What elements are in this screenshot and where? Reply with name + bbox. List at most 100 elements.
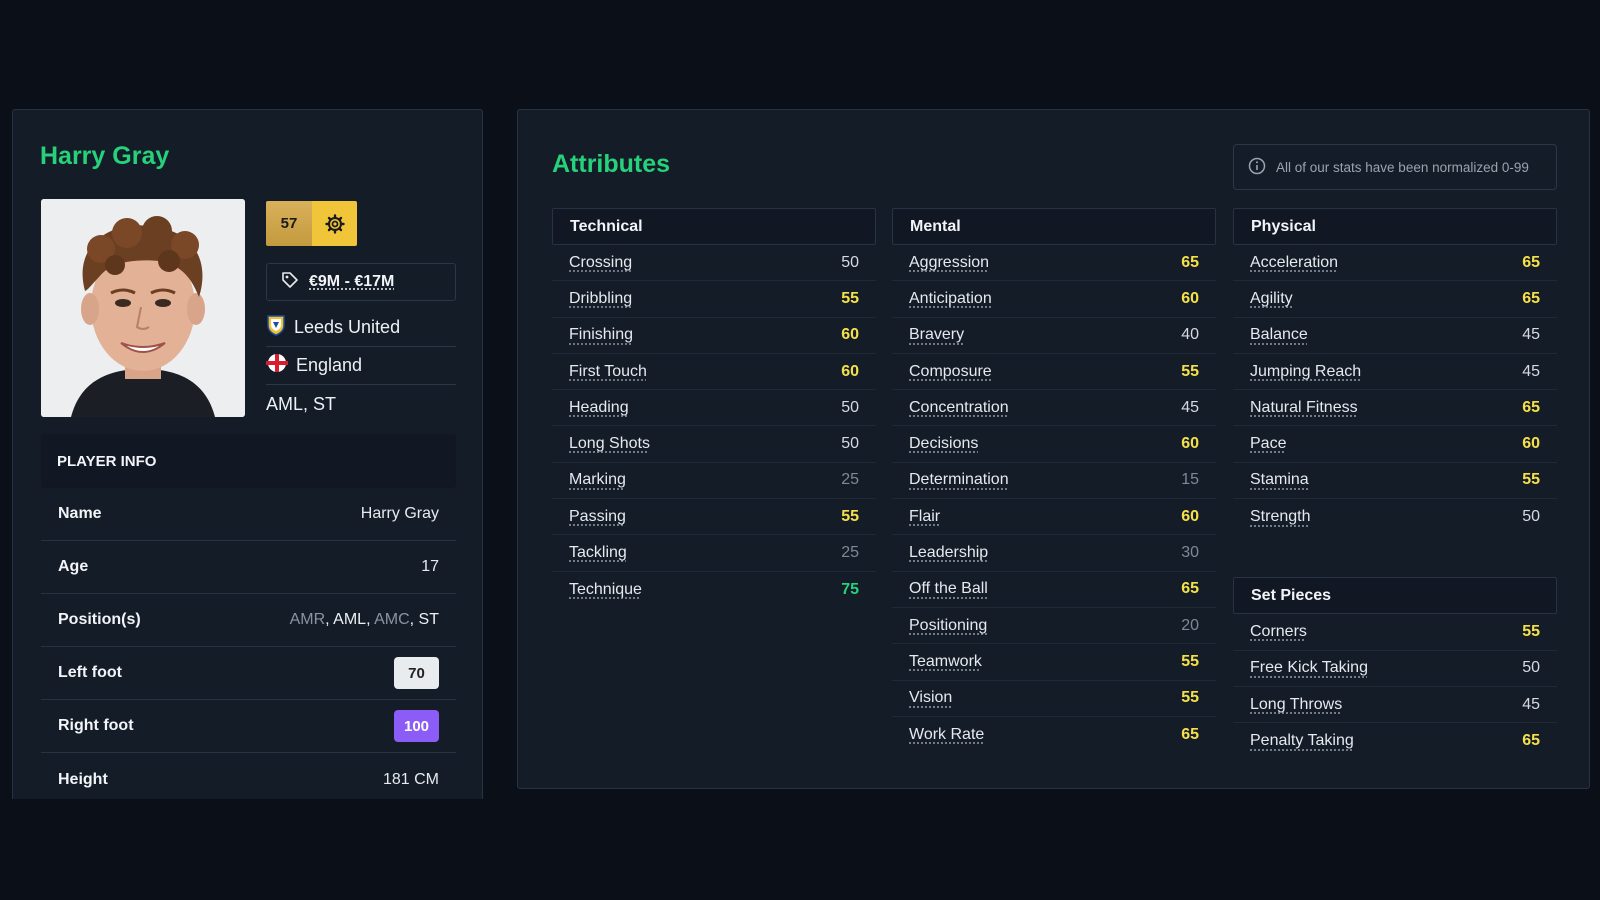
attribute-name[interactable]: Corners [1250,623,1307,641]
attribute-value: 45 [1522,362,1540,380]
england-flag-icon [266,354,288,377]
attribute-value: 60 [1181,435,1199,453]
attribute-row: First Touch 60 [552,354,876,391]
attribute-row: Marking 25 [552,463,876,500]
attribute-name[interactable]: Balance [1250,326,1308,344]
club-row[interactable]: Leeds United [266,309,456,347]
attribute-name[interactable]: Natural Fitness [1250,399,1358,417]
transfer-value-text: €9M - €17M [309,273,395,290]
attribute-list: Crossing 50 Dribbling 55 Finishing 60 First To… [552,245,876,608]
info-row-right-foot: Right foot 100 [41,700,456,753]
attribute-row: Crossing 50 [552,245,876,282]
normalization-note: All of our stats have been normalized 0-… [1233,144,1557,190]
player-info-table: Name Harry Gray Age 17 Position(s) AMR, … [41,488,456,799]
attribute-name[interactable]: Decisions [909,435,978,453]
attribute-name[interactable]: Free Kick Taking [1250,659,1368,677]
attribute-row: Penalty Taking 65 [1233,723,1557,759]
attribute-row: Free Kick Taking 50 [1233,651,1557,687]
attribute-name[interactable]: Vision [909,689,952,707]
attribute-value: 50 [1522,508,1540,526]
category-header-mental: Mental [892,208,1216,245]
attribute-row: Natural Fitness 65 [1233,390,1557,427]
position-tag: ST [418,611,439,628]
attribute-name[interactable]: Tackling [569,544,627,562]
attribute-row: Bravery 40 [892,318,1216,354]
attribute-name[interactable]: Leadership [909,544,988,562]
attribute-name[interactable]: Technique [569,581,642,599]
attribute-value: 25 [841,471,859,489]
attribute-value: 55 [1181,362,1199,380]
attribute-value: 65 [1522,732,1540,750]
attribute-name[interactable]: Pace [1250,435,1286,453]
attribute-name[interactable]: Off the Ball [909,580,988,598]
attribute-name[interactable]: Dribbling [569,290,632,308]
attribute-row: Anticipation 60 [892,281,1216,318]
info-label: Age [58,558,89,575]
attribute-row: Teamwork 55 [892,644,1216,681]
attribute-name[interactable]: Jumping Reach [1250,363,1361,381]
player-card: Harry Gray 57 €9M - €17M Leeds United En… [12,109,483,799]
attribute-row: Stamina 55 [1233,463,1557,500]
overall-rating-badge: 57 [266,201,312,246]
attribute-name[interactable]: Composure [909,363,992,381]
attribute-row: Finishing 60 [552,318,876,354]
attribute-name[interactable]: Crossing [569,254,632,272]
rating-badges: 57 [266,201,357,246]
attribute-value: 20 [1181,616,1199,634]
set-pieces-section: Set Pieces Corners 55 Free Kick Taking 50 Lo… [1233,577,1557,759]
attribute-row: Strength 50 [1233,499,1557,535]
info-row-left-foot: Left foot 70 [41,647,456,700]
attribute-row: Positioning 20 [892,608,1216,645]
attribute-name[interactable]: Marking [569,471,626,489]
attribute-name[interactable]: First Touch [569,363,647,381]
attribute-name[interactable]: Agility [1250,290,1293,308]
gear-icon[interactable] [312,201,357,246]
attribute-name[interactable]: Aggression [909,254,989,272]
info-label: Name [58,505,102,522]
info-icon [1248,157,1266,178]
attribute-value: 55 [1522,471,1540,489]
attribute-value: 65 [1522,398,1540,416]
info-label: Height [58,770,108,788]
attribute-row: Acceleration 65 [1233,245,1557,282]
attribute-name[interactable]: Flair [909,508,940,526]
info-row-name: Name Harry Gray [41,488,456,541]
info-row-age: Age 17 [41,541,456,594]
attribute-value: 50 [1522,659,1540,677]
attribute-row: Leadership 30 [892,535,1216,572]
positions-list: AMR, AML, AMC, ST [289,611,439,628]
attribute-value: 60 [1522,435,1540,453]
attribute-name[interactable]: Long Shots [569,435,650,453]
attribute-value: 55 [1181,689,1199,707]
attribute-row: Composure 55 [892,354,1216,391]
attribute-row: Technique 75 [552,572,876,608]
attribute-name[interactable]: Anticipation [909,290,992,308]
category-header-technical: Technical [552,208,876,245]
attribute-value: 75 [841,580,859,598]
nation-row[interactable]: England [266,347,456,385]
attribute-name[interactable]: Stamina [1250,471,1309,489]
attribute-name[interactable]: Acceleration [1250,254,1338,272]
attribute-name[interactable]: Heading [569,399,629,417]
attribute-name[interactable]: Determination [909,471,1009,489]
attribute-name[interactable]: Penalty Taking [1250,732,1354,750]
attribute-value: 50 [841,398,859,416]
transfer-value[interactable]: €9M - €17M [266,263,456,301]
attribute-name[interactable]: Bravery [909,326,964,344]
attribute-value: 45 [1522,695,1540,713]
attribute-row: Balance 45 [1233,318,1557,354]
attribute-name[interactable]: Finishing [569,326,633,344]
attribute-value: 30 [1181,544,1199,562]
attribute-name[interactable]: Teamwork [909,653,982,671]
info-value: 17 [421,558,439,575]
attribute-name[interactable]: Passing [569,508,626,526]
attribute-name[interactable]: Work Rate [909,726,984,744]
attribute-row: Long Shots 50 [552,426,876,463]
attribute-value: 15 [1181,471,1199,489]
attribute-value: 65 [1522,289,1540,307]
attribute-row: Decisions 60 [892,426,1216,463]
attribute-name[interactable]: Strength [1250,508,1310,526]
attribute-name[interactable]: Concentration [909,399,1009,417]
attribute-name[interactable]: Positioning [909,617,987,635]
attribute-name[interactable]: Long Throws [1250,696,1342,714]
